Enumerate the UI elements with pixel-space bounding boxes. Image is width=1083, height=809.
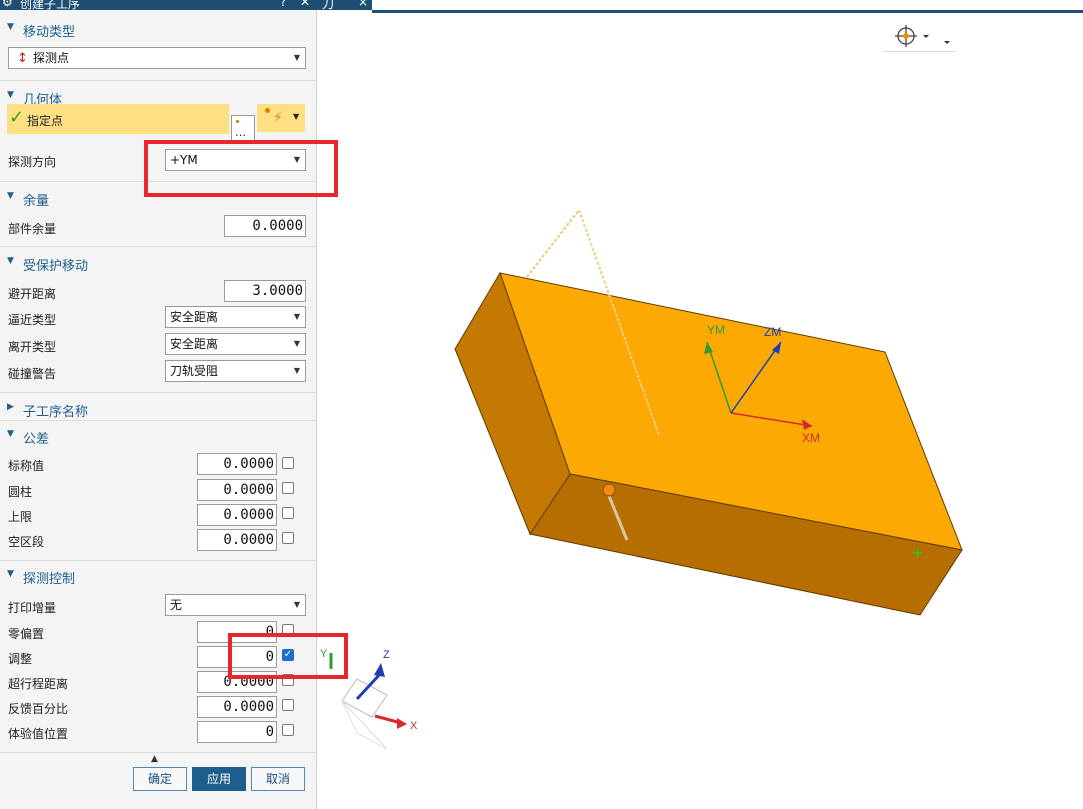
collapse-triangle-icon: ▼: [7, 191, 14, 201]
divider: [0, 420, 316, 421]
approach-type-label: 逼近类型: [8, 313, 57, 327]
section-tolerance[interactable]: ▼ 公差: [0, 424, 316, 448]
triad-z-label: Z: [383, 649, 390, 661]
section-probe-control[interactable]: ▼ 探测控制: [0, 564, 316, 588]
specify-point-row[interactable]: ✓ 指定点: [7, 104, 229, 134]
part-stock-label: 部件余量: [8, 222, 57, 236]
tolerance-checkbox[interactable]: [282, 532, 294, 544]
collapse-triangle-icon: ▼: [7, 22, 14, 32]
dialog-title: 创建子工序: [20, 0, 81, 10]
viewport-tab-label[interactable]: 刀: [322, 0, 334, 10]
probe-input[interactable]: 0: [197, 721, 277, 743]
point-dialog-button[interactable]: …: [231, 115, 255, 141]
tolerance-checkbox[interactable]: [282, 507, 294, 519]
probe-checkbox[interactable]: [282, 724, 294, 736]
tolerance-row-label: 上限: [8, 510, 33, 524]
gear-icon: ⚙: [2, 0, 13, 9]
chevron-down-icon: ▼: [293, 600, 300, 609]
ym-axis-label: YM: [707, 323, 725, 337]
tolerance-checkbox[interactable]: [282, 457, 294, 469]
chevron-down-icon: ▼: [293, 112, 300, 121]
chevron-down-icon: ▼: [293, 366, 300, 375]
depart-type-label: 离开类型: [8, 340, 57, 354]
lightning-icon: ⚡: [273, 110, 283, 126]
print-increment-label: 打印增量: [8, 601, 57, 615]
probe-row-label: 零偏置: [8, 627, 45, 641]
close-icon[interactable]: ✕: [300, 0, 310, 9]
chevron-down-icon: ▼: [293, 53, 300, 62]
chevron-down-icon: ▼: [293, 339, 300, 348]
tab-close-icon[interactable]: ×: [358, 0, 368, 9]
divider: [0, 752, 316, 753]
section-move-type[interactable]: ▼ 移动类型: [0, 17, 316, 41]
section-sub-op-name[interactable]: ▶ 子工序名称: [0, 397, 316, 421]
clearance-label: 避开距离: [8, 287, 57, 301]
probe-row-label: 超行程距离: [8, 677, 69, 691]
collapse-triangle-icon: ▼: [7, 256, 14, 266]
move-type-dropdown[interactable]: ↕ 探测点 ▼: [8, 47, 306, 69]
probe-row-label: 体验值位置: [8, 727, 69, 741]
cancel-button[interactable]: 取消: [251, 767, 305, 791]
highlight-box: [228, 633, 348, 679]
tolerance-checkbox[interactable]: [282, 482, 294, 494]
part-stock-input[interactable]: 0.0000: [224, 215, 306, 237]
collapse-triangle-icon: ▼: [7, 90, 14, 100]
tolerance-input[interactable]: 0.0000: [197, 453, 277, 475]
divider: [0, 392, 316, 393]
tolerance-row-label: 圆柱: [8, 485, 33, 499]
xm-axis-label: XM: [802, 431, 820, 445]
highlight-box: [144, 140, 338, 197]
dialog-titlebar: ⚙ 创建子工序 ? ✕ 刀 ×: [0, 0, 372, 10]
probe-direction-label: 探测方向: [8, 155, 57, 169]
probe-checkbox[interactable]: [282, 699, 294, 711]
checkmark-icon: ✓: [9, 107, 25, 128]
clearance-input[interactable]: 3.0000: [224, 280, 306, 302]
probe-row-label: 反馈百分比: [8, 702, 69, 716]
origin-plus-icon: +: [911, 543, 924, 562]
apply-button[interactable]: 应用: [192, 767, 246, 791]
print-increment-dropdown[interactable]: 无 ▼: [165, 594, 306, 616]
collapse-up-icon[interactable]: ▲: [151, 754, 158, 764]
triad-x-label: X: [410, 720, 418, 732]
probe-input[interactable]: 0.0000: [197, 696, 277, 718]
collapse-triangle-icon: ▼: [7, 429, 14, 439]
divider: [0, 246, 316, 247]
collision-warning-dropdown[interactable]: 刀轨受阻 ▼: [165, 360, 306, 382]
probe-row-label: 调整: [8, 652, 33, 666]
collision-warning-label: 碰撞警告: [8, 367, 57, 381]
divider: [0, 80, 316, 81]
approach-type-dropdown[interactable]: 安全距离 ▼: [165, 306, 306, 328]
divider: [0, 560, 316, 561]
help-icon[interactable]: ?: [280, 0, 286, 9]
tolerance-input[interactable]: 0.0000: [197, 529, 277, 551]
depart-type-dropdown[interactable]: 安全距离 ▼: [165, 333, 306, 355]
collapse-triangle-icon: ▼: [7, 569, 14, 579]
tolerance-input[interactable]: 0.0000: [197, 479, 277, 501]
chevron-down-icon: ▼: [293, 312, 300, 321]
probe-arrow-icon: ↕: [17, 51, 28, 66]
probe-point-marker[interactable]: [602, 483, 616, 497]
tolerance-input[interactable]: 0.0000: [197, 504, 277, 526]
expand-triangle-icon: ▶: [7, 402, 14, 412]
tolerance-row-label: 空区段: [8, 535, 45, 549]
part-model[interactable]: XM YM ZM + Z X Y: [317, 13, 1083, 809]
ok-button[interactable]: 确定: [133, 767, 187, 791]
zm-axis-label: ZM: [764, 325, 781, 339]
section-protected-move[interactable]: ▼ 受保护移动: [0, 251, 316, 275]
point-inference-button[interactable]: ⚡ ▼: [257, 104, 305, 132]
tolerance-row-label: 标称值: [8, 459, 45, 473]
